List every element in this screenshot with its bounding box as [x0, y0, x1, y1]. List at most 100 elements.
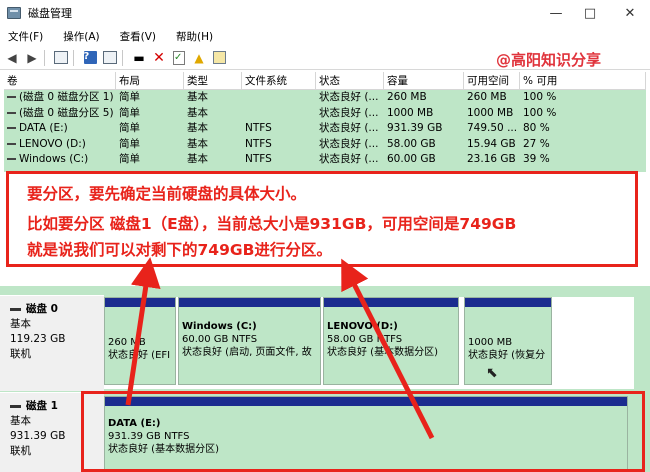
volume-cell-text: 80 %	[523, 122, 550, 134]
volume-cell-text: 15.94 GB	[467, 137, 516, 150]
volume-cell-text: NTFS	[245, 137, 272, 150]
volume-name: DATA (E:)	[4, 121, 116, 137]
volume-cell: 状态良好 (...	[316, 90, 384, 106]
list-view-icon[interactable]	[102, 50, 118, 66]
disk-name: 磁盘 1	[26, 400, 58, 412]
col-filesystem[interactable]: 文件系统	[242, 72, 316, 90]
partition-size: 1000 MB	[468, 337, 513, 348]
mouse-cursor-icon: ⬉	[486, 365, 498, 381]
volume-cell-text: NTFS	[245, 122, 272, 134]
connect-icon[interactable]: ▬	[131, 50, 147, 66]
partition-stripe	[324, 298, 458, 307]
volume-cell-text: 100 %	[523, 91, 557, 103]
callout-line-3: 就是说我们可以对剩下的749GB进行分区。	[27, 241, 332, 259]
volume-icon	[7, 158, 16, 160]
menu-help[interactable]: 帮助(H)	[176, 29, 213, 44]
menu-action[interactable]: 操作(A)	[63, 29, 99, 44]
delete-icon[interactable]: ✕	[151, 50, 167, 66]
partition-recovery[interactable]: 1000 MB 状态良好 (恢复分	[464, 297, 552, 385]
back-arrow-icon[interactable]: ◀	[4, 50, 20, 66]
volume-cell: 简单	[116, 137, 184, 153]
volume-cell: 基本	[184, 121, 242, 137]
partition-size: 60.00 GB NTFS	[182, 334, 258, 345]
search-icon[interactable]	[211, 50, 227, 66]
volume-cell-text: 简单	[119, 122, 140, 134]
volume-cell: 1000 MB	[384, 106, 464, 122]
disk-size: 119.23 GB	[10, 333, 66, 345]
forward-arrow-icon[interactable]: ▶	[24, 50, 40, 66]
col-volume[interactable]: 卷	[4, 72, 116, 90]
partition-d[interactable]: LENOVO (D:) 58.00 GB NTFS 状态良好 (基本数据分区)	[323, 297, 459, 385]
console-tree-icon[interactable]	[53, 50, 69, 66]
partition-c[interactable]: Windows (C:) 60.00 GB NTFS 状态良好 (启动, 页面文…	[178, 297, 321, 385]
volume-cell-text: 状态良好 (...	[319, 91, 379, 103]
volume-cell-text: LENOVO (D:)	[19, 137, 86, 150]
partition-stripe	[179, 298, 320, 307]
col-percent-free[interactable]: % 可用	[520, 72, 646, 90]
volume-row[interactable]: (磁盘 0 磁盘分区 1) 简单 基本 状态良好 (... 260 MB 260 MB 10…	[4, 90, 646, 106]
menu-file[interactable]: 文件(F)	[8, 29, 43, 44]
volume-cell: 15.94 GB	[464, 137, 520, 153]
volume-cell-text: 749.50 ...	[467, 122, 518, 134]
toolbar-divider	[73, 49, 74, 66]
volume-cell-text: (磁盘 0 磁盘分区 1)	[19, 91, 114, 103]
volume-cell-text: 状态良好 (...	[319, 153, 379, 165]
volume-cell: 状态良好 (...	[316, 152, 384, 168]
folder-up-icon[interactable]: ▲	[191, 50, 207, 66]
volume-cell: 状态良好 (...	[316, 106, 384, 122]
menu-bar: 文件(F) 操作(A) 查看(V) 帮助(H)	[0, 26, 650, 46]
volume-cell-text: 基本	[187, 91, 208, 103]
annotation-callout: 要分区，要先确定当前硬盘的具体大小。 比如要分区 磁盘1（E盘），当前总大小是9…	[6, 171, 638, 267]
volume-name: (磁盘 0 磁盘分区 1)	[4, 90, 116, 106]
volume-cell-text: 简单	[119, 153, 140, 165]
disk-type: 基本	[10, 318, 31, 330]
partition-status: 状态良好 (EFI	[108, 350, 171, 361]
volume-cell-text: 260 MB	[467, 91, 507, 103]
volume-cell-text: 931.39 GB	[387, 122, 443, 134]
help-icon[interactable]: ?	[82, 50, 98, 66]
volume-cell: 749.50 ...	[464, 121, 520, 137]
partition-efi[interactable]: 260 MB 状态良好 (EFI	[104, 297, 176, 385]
volume-icon	[7, 142, 16, 145]
col-status[interactable]: 状态	[316, 72, 384, 90]
volume-cell-text: NTFS	[245, 153, 272, 165]
volume-row[interactable]: LENOVO (D:) 简单 基本 NTFS 状态良好 (... 58.00 GB 15.9…	[4, 137, 646, 153]
volume-cell-text: 1000 MB	[467, 106, 514, 119]
volume-cell-text: 基本	[187, 122, 208, 134]
volume-cell: 27 %	[520, 137, 646, 153]
toolbar-divider	[44, 49, 45, 66]
partition-status: 状态良好 (基本数据分区)	[327, 347, 438, 358]
volume-row[interactable]: (磁盘 0 磁盘分区 5) 简单 基本 状态良好 (... 1000 MB 1000 MB…	[4, 106, 646, 122]
menu-view[interactable]: 查看(V)	[120, 29, 156, 44]
volume-cell: 基本	[184, 90, 242, 106]
volume-cell-text: 基本	[187, 137, 208, 150]
disk-1-highlight	[81, 391, 645, 472]
col-type[interactable]: 类型	[184, 72, 242, 90]
volume-list-body: (磁盘 0 磁盘分区 1) 简单 基本 状态良好 (... 260 MB 260 MB 10…	[4, 90, 646, 168]
volume-cell-text: 状态良好 (...	[319, 137, 379, 150]
volume-cell-text: 260 MB	[387, 91, 427, 103]
volume-cell-text: DATA (E:)	[19, 122, 68, 134]
volume-row[interactable]: Windows (C:) 简单 基本 NTFS 状态良好 (... 60.00 GB 23.…	[4, 152, 646, 168]
close-button[interactable]: ✕	[610, 0, 650, 26]
volume-cell	[242, 106, 316, 122]
maximize-button[interactable]: □	[570, 0, 610, 26]
volume-cell: 基本	[184, 152, 242, 168]
disk-icon	[10, 308, 21, 311]
volume-name: Windows (C:)	[4, 152, 116, 168]
col-layout[interactable]: 布局	[116, 72, 184, 90]
volume-name: LENOVO (D:)	[4, 137, 116, 153]
volume-cell-text: 基本	[187, 106, 208, 119]
col-capacity[interactable]: 容量	[384, 72, 464, 90]
disk-status: 联机	[10, 348, 31, 360]
check-icon[interactable]: ✓	[171, 50, 187, 66]
disk-0-info[interactable]: 磁盘 0 基本 119.23 GB 联机	[0, 295, 104, 391]
volume-cell: 简单	[116, 106, 184, 122]
volume-cell-text: 简单	[119, 137, 140, 150]
volume-cell: 100 %	[520, 106, 646, 122]
col-free-space[interactable]: 可用空间	[464, 72, 520, 90]
volume-cell: 状态良好 (...	[316, 121, 384, 137]
callout-line-2: 比如要分区 磁盘1（E盘），当前总大小是931GB，可用空间是749GB	[27, 215, 517, 233]
volume-cell: NTFS	[242, 152, 316, 168]
volume-row[interactable]: DATA (E:) 简单 基本 NTFS 状态良好 (... 931.39 GB 749.5…	[4, 121, 646, 137]
